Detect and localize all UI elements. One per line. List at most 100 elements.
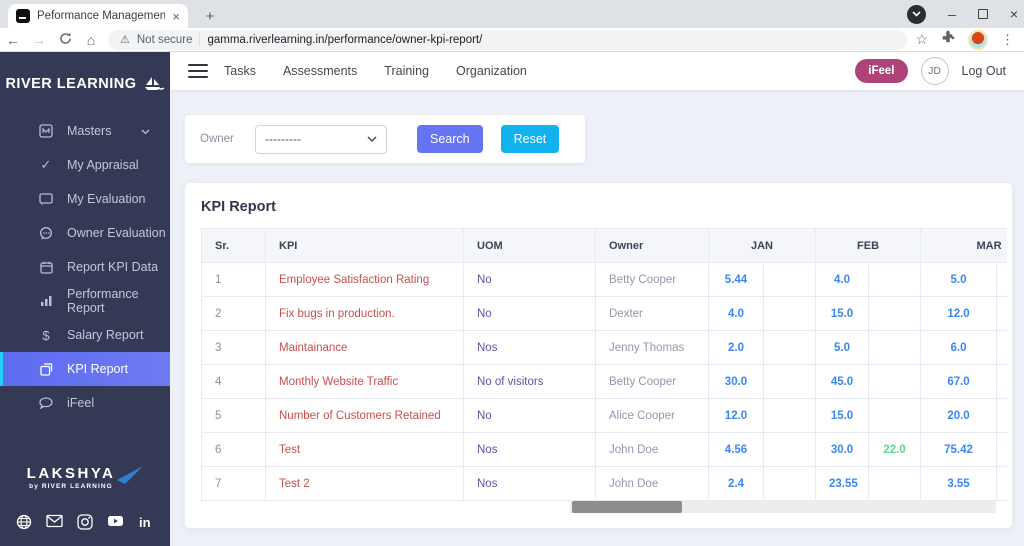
linkedin-icon[interactable]: in	[138, 514, 154, 530]
user-avatar[interactable]: JD	[920, 57, 949, 85]
cell-kpi: Monthly Website Traffic	[265, 364, 464, 399]
refresh-icon[interactable]	[52, 32, 78, 48]
app-header: Tasks Assessments Training Organization …	[170, 52, 1024, 90]
nav-organization[interactable]: Organization	[456, 64, 527, 78]
masters-icon	[38, 124, 54, 138]
bookmark-star-icon[interactable]: ☆	[915, 31, 928, 48]
extensions-puzzle-icon[interactable]	[941, 30, 955, 49]
youtube-icon[interactable]	[107, 514, 124, 530]
scrollbar-thumb[interactable]	[572, 501, 682, 513]
chat-square-icon	[38, 192, 54, 206]
calendar-icon	[38, 261, 54, 274]
browser-tab[interactable]: Peformance Management ×	[8, 4, 188, 28]
cell-kpi: Fix bugs in production.	[265, 296, 464, 331]
sidebar-item-my-evaluation[interactable]: My Evaluation	[0, 182, 170, 216]
ifeel-button[interactable]: iFeel	[855, 59, 908, 83]
kpi-table-body: 1 Employee Satisfaction Rating No Betty Coo…	[201, 262, 1007, 501]
sidebar-item-my-appraisal[interactable]: ✓ My Appraisal	[0, 148, 170, 182]
top-nav: Tasks Assessments Training Organization	[224, 64, 527, 78]
cell-uom: No of visitors	[463, 364, 596, 399]
home-icon[interactable]: ⌂	[78, 32, 104, 48]
cell-feb_b	[868, 330, 922, 365]
url-field[interactable]: ⚠ Not secure gamma.riverlearning.in/perf…	[108, 29, 908, 50]
sidebar-item-report-kpi-data[interactable]: Report KPI Data	[0, 250, 170, 284]
cell-sr: 4	[201, 364, 266, 399]
logout-link[interactable]: Log Out	[962, 64, 1006, 78]
browser-profile-avatar[interactable]	[968, 29, 988, 50]
sidebar-item-label: Performance Report	[67, 287, 139, 315]
cell-uom: No	[463, 296, 596, 331]
social-links: in	[0, 514, 170, 530]
cell-kpi: Number of Customers Retained	[265, 398, 464, 433]
back-icon[interactable]: ←	[0, 32, 26, 48]
cell-jan_b	[762, 296, 817, 331]
table-row: 1 Employee Satisfaction Rating No Betty Coo…	[201, 262, 1007, 297]
sidebar-item-kpi-report[interactable]: KPI Report	[0, 352, 170, 386]
horizontal-scrollbar[interactable]	[570, 501, 996, 513]
cell-feb_b	[868, 364, 922, 399]
close-window-button[interactable]: ×	[1010, 7, 1018, 21]
reset-button[interactable]: Reset	[500, 125, 560, 153]
tab-title: Peformance Management	[37, 10, 166, 22]
sidebar: RIVER LEARNING Masters ✓ My Appraisal My…	[0, 52, 170, 546]
nav-assessments[interactable]: Assessments	[283, 64, 357, 78]
cell-mar_b	[996, 364, 1007, 399]
sidebar-item-owner-evaluation[interactable]: Owner Evaluation	[0, 216, 170, 250]
cell-sr: 2	[201, 296, 266, 331]
instagram-icon[interactable]	[77, 514, 93, 530]
minimize-button[interactable]: –	[948, 7, 956, 21]
browser-tab-strip: Peformance Management × + – ×	[0, 0, 1024, 28]
sidebar-item-label: Report KPI Data	[67, 260, 159, 274]
cell-mar: 12.0	[920, 296, 998, 331]
col-feb: FEB	[815, 228, 922, 263]
cell-feb_b	[868, 466, 922, 501]
page-url: gamma.riverlearning.in/performance/owner…	[207, 33, 483, 46]
lakshya-swoosh-icon	[117, 466, 144, 484]
email-icon[interactable]	[46, 514, 63, 530]
browser-update-icon[interactable]	[907, 4, 927, 24]
globe-icon[interactable]	[16, 514, 32, 530]
tab-close-icon[interactable]: ×	[172, 9, 180, 24]
sidebar-item-label: Owner Evaluation	[67, 226, 166, 240]
col-uom: UOM	[463, 228, 596, 263]
brand-name: RIVER LEARNING	[5, 76, 137, 92]
browser-menu-icon[interactable]: ⋮	[1001, 32, 1014, 48]
cell-jan: 12.0	[708, 398, 764, 433]
sidebar-item-salary-report[interactable]: $ Salary Report	[0, 318, 170, 352]
lakshya-subtitle: by RIVER LEARNING	[29, 483, 113, 490]
nav-tasks[interactable]: Tasks	[224, 64, 256, 78]
cell-mar_b	[996, 330, 1007, 365]
cell-jan: 4.56	[708, 432, 764, 467]
sidebar-item-masters[interactable]: Masters	[0, 114, 170, 148]
owner-select[interactable]: ---------	[255, 124, 387, 154]
cell-owner: Alice Cooper	[595, 398, 709, 433]
filter-panel: Owner --------- Search Reset	[185, 115, 585, 163]
cell-mar_b	[996, 432, 1007, 467]
sidebar-item-performance-report[interactable]: Performance Report	[0, 284, 170, 318]
comment-round-icon	[38, 226, 54, 240]
restore-button[interactable]	[977, 9, 988, 19]
brand-logo[interactable]: RIVER LEARNING	[0, 62, 170, 106]
cell-uom: Nos	[463, 432, 596, 467]
cell-owner: Jenny Thomas	[595, 330, 709, 365]
cell-uom: Nos	[463, 330, 596, 365]
table-row: 7 Test 2 Nos John Doe 2.4 23.55 3.55	[201, 466, 1007, 501]
cell-kpi: Test 2	[265, 466, 464, 501]
cell-sr: 7	[201, 466, 266, 501]
omnibox-divider	[199, 33, 201, 46]
search-button[interactable]: Search	[417, 125, 483, 153]
cell-feb_b	[868, 398, 922, 433]
sidebar-item-ifeel[interactable]: iFeel	[0, 386, 170, 420]
new-tab-button[interactable]: +	[198, 4, 222, 28]
cell-owner: John Doe	[595, 432, 709, 467]
cell-uom: Nos	[463, 466, 596, 501]
dollar-icon: $	[42, 327, 50, 343]
forward-icon[interactable]: →	[26, 32, 52, 48]
nav-training[interactable]: Training	[384, 64, 429, 78]
chevron-down-icon	[141, 124, 150, 138]
kpi-table-container[interactable]: Sr. KPI UOM Owner JAN FEB MAR 1 Employee …	[201, 228, 1007, 501]
table-row: 3 Maintainance Nos Jenny Thomas 2.0 5.0 6.0	[201, 330, 1007, 365]
sidebar-item-label: My Evaluation	[67, 192, 146, 206]
owner-filter-label: Owner	[200, 133, 234, 145]
hamburger-menu-icon[interactable]	[188, 63, 208, 79]
